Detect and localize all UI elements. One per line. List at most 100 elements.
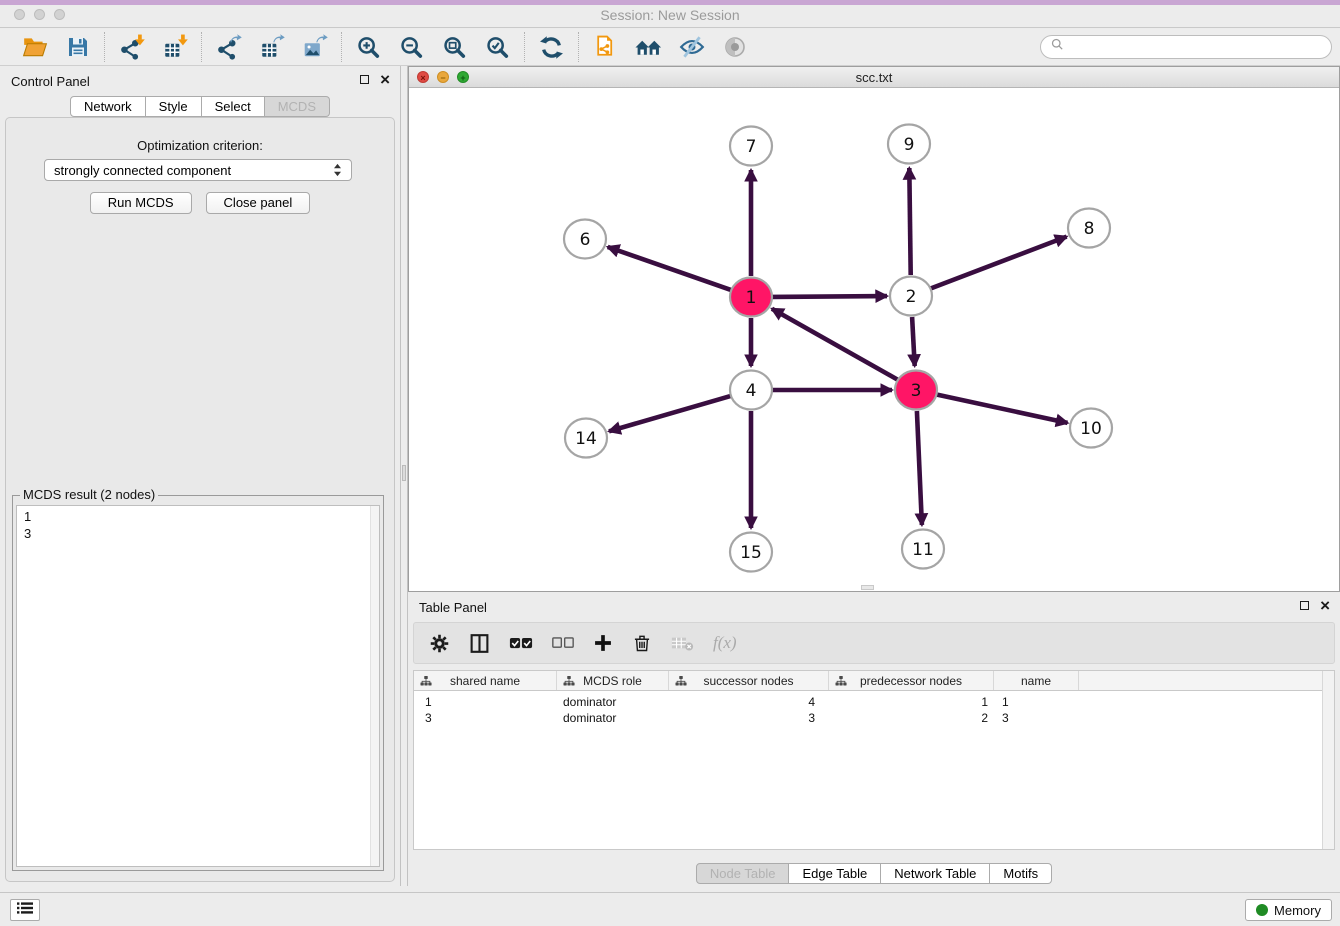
window-zoom-icon[interactable] xyxy=(54,9,65,20)
zoom-out-icon[interactable] xyxy=(398,34,425,61)
graph-edge-3-11[interactable] xyxy=(917,411,922,525)
settings-icon[interactable] xyxy=(429,633,450,654)
mcds-result-text[interactable]: 13 xyxy=(16,505,380,867)
cell-shared-name[interactable]: 3 xyxy=(414,710,557,726)
cell-mcds-role[interactable]: dominator xyxy=(557,694,669,710)
deselect-all-columns-icon[interactable] xyxy=(552,636,574,650)
zoom-selected-icon[interactable] xyxy=(484,34,511,61)
export-table-icon[interactable] xyxy=(258,34,285,61)
mcds-result-scrollbar[interactable] xyxy=(370,506,379,866)
open-session-icon[interactable] xyxy=(21,34,48,61)
network-minimize-icon[interactable]: − xyxy=(437,71,449,83)
cell-mcds-role[interactable]: dominator xyxy=(557,710,669,726)
delete-column-icon[interactable] xyxy=(632,633,652,653)
tab-motifs[interactable]: Motifs xyxy=(990,863,1052,884)
float-panel-icon[interactable] xyxy=(360,75,369,84)
graph-node-2[interactable]: 2 xyxy=(890,277,932,316)
graph-edge-1-2[interactable] xyxy=(772,296,887,297)
graph-node-3[interactable]: 3 xyxy=(895,371,937,410)
divider-grip[interactable] xyxy=(402,465,406,481)
graph-node-9[interactable]: 9 xyxy=(888,125,930,164)
tab-style[interactable]: Style xyxy=(146,96,202,117)
window-minimize-icon[interactable] xyxy=(34,9,45,20)
network-resize-grip[interactable] xyxy=(861,585,874,590)
graph-node-14[interactable]: 14 xyxy=(565,419,607,458)
column-header-mcds-role[interactable]: MCDS role xyxy=(557,671,669,690)
tab-network-table[interactable]: Network Table xyxy=(881,863,990,884)
graph-node-15[interactable]: 15 xyxy=(730,533,772,572)
tab-mcds[interactable]: MCDS xyxy=(265,96,330,117)
graph-node-10[interactable]: 10 xyxy=(1070,409,1112,448)
memory-status-icon xyxy=(1256,904,1268,916)
graph-node-4[interactable]: 4 xyxy=(730,371,772,410)
search-input[interactable] xyxy=(1070,40,1322,55)
graph-edge-1-6[interactable] xyxy=(608,247,732,290)
graph-node-11[interactable]: 11 xyxy=(902,530,944,569)
cell-name[interactable]: 3 xyxy=(994,710,1079,726)
network-graph: 7 9 6 8 1 2 4 3 14 10 15 11 xyxy=(409,88,1339,591)
tab-node-table[interactable]: Node Table xyxy=(696,863,790,884)
refresh-icon[interactable] xyxy=(538,34,565,61)
cell-successor-nodes[interactable]: 3 xyxy=(669,710,829,726)
control-panel-tabs: NetworkStyleSelectMCDS xyxy=(0,96,400,117)
close-table-panel-icon[interactable]: × xyxy=(1320,600,1330,611)
table-row[interactable]: 1dominator411 xyxy=(414,694,1334,710)
add-column-icon[interactable] xyxy=(593,633,613,653)
tab-network[interactable]: Network xyxy=(70,96,146,117)
control-panel-title: Control Panel xyxy=(11,74,90,89)
panel-divider[interactable] xyxy=(400,66,408,886)
graph-node-6[interactable]: 6 xyxy=(564,220,606,259)
clone-network-icon[interactable] xyxy=(592,34,619,61)
graph-edge-3-1[interactable] xyxy=(772,309,898,380)
column-header-successor-nodes[interactable]: successor nodes xyxy=(669,671,829,690)
search-box[interactable] xyxy=(1040,35,1332,59)
zoom-fit-icon[interactable] xyxy=(441,34,468,61)
criterion-dropdown[interactable]: strongly connected component xyxy=(44,159,352,181)
column-header-shared-name[interactable]: shared name xyxy=(414,671,557,690)
export-image-icon[interactable] xyxy=(301,34,328,61)
graph-edge-2-9[interactable] xyxy=(909,168,910,275)
graph-edge-3-10[interactable] xyxy=(937,395,1068,423)
table-scrollbar[interactable] xyxy=(1322,671,1334,849)
close-panel-button[interactable]: Close panel xyxy=(206,192,311,214)
save-session-icon[interactable] xyxy=(64,34,91,61)
cell-predecessor-nodes[interactable]: 1 xyxy=(829,694,994,710)
svg-text:2: 2 xyxy=(906,287,917,307)
task-history-button[interactable] xyxy=(10,899,40,921)
svg-text:10: 10 xyxy=(1080,419,1102,439)
svg-text:11: 11 xyxy=(912,540,934,560)
cell-predecessor-nodes[interactable]: 2 xyxy=(829,710,994,726)
column-header-name[interactable]: name xyxy=(994,671,1079,690)
close-panel-icon[interactable]: × xyxy=(380,74,390,85)
window-close-icon[interactable] xyxy=(14,9,25,20)
run-mcds-button[interactable]: Run MCDS xyxy=(90,192,192,214)
import-network-icon[interactable] xyxy=(118,34,145,61)
network-close-icon[interactable]: × xyxy=(417,71,429,83)
cell-successor-nodes[interactable]: 4 xyxy=(669,694,829,710)
network-maximize-icon[interactable]: + xyxy=(457,71,469,83)
svg-text:7: 7 xyxy=(746,137,757,157)
select-all-columns-icon[interactable] xyxy=(509,636,533,651)
table-row[interactable]: 3dominator323 xyxy=(414,710,1334,726)
graph-node-1[interactable]: 1 xyxy=(730,278,772,317)
tab-select[interactable]: Select xyxy=(202,96,265,117)
graph-edge-4-14[interactable] xyxy=(609,396,731,431)
memory-button[interactable]: Memory xyxy=(1245,899,1332,921)
export-network-icon[interactable] xyxy=(215,34,242,61)
columns-icon[interactable] xyxy=(469,633,490,654)
graph-edge-2-3[interactable] xyxy=(912,317,915,366)
graph-node-8[interactable]: 8 xyxy=(1068,209,1110,248)
cell-name[interactable]: 1 xyxy=(994,694,1079,710)
cell-shared-name[interactable]: 1 xyxy=(414,694,557,710)
import-table-icon[interactable] xyxy=(161,34,188,61)
first-neighbors-icon[interactable] xyxy=(635,34,662,61)
svg-text:9: 9 xyxy=(904,135,915,155)
graph-node-7[interactable]: 7 xyxy=(730,127,772,166)
hide-selected-icon[interactable] xyxy=(678,34,705,61)
float-table-panel-icon[interactable] xyxy=(1300,601,1309,610)
column-header-predecessor-nodes[interactable]: predecessor nodes xyxy=(829,671,994,690)
network-canvas[interactable]: 7 9 6 8 1 2 4 3 14 10 15 11 xyxy=(409,88,1339,591)
graph-edge-2-8[interactable] xyxy=(931,237,1067,289)
tab-edge-table[interactable]: Edge Table xyxy=(789,863,881,884)
zoom-in-icon[interactable] xyxy=(355,34,382,61)
